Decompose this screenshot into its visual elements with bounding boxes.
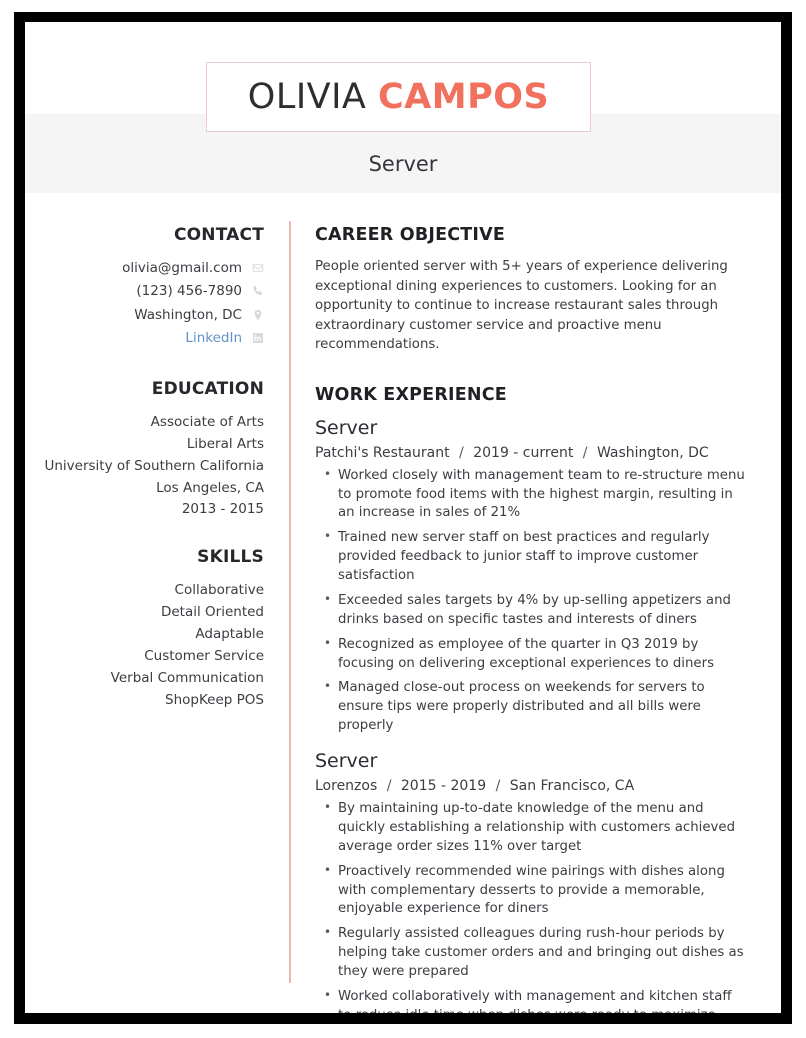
job-entry: Server Patchi's Restaurant / 2019 - curr… [315,417,749,736]
skill-item: Adaptable [195,626,264,643]
education-heading: EDUCATION [151,379,264,399]
education-item: Liberal Arts [186,435,264,452]
career-objective-heading: CAREER OBJECTIVE [315,225,506,245]
contact-item-phone: (123) 456-7890 [39,281,264,301]
job-bullet: Recognized as employee of the quarter in… [324,635,749,674]
contact-item-location: Washington, DC [39,305,264,325]
job-location: Washington, DC [596,444,709,461]
skill-item: Collaborative [174,582,264,599]
meta-separator: / [459,444,464,461]
skills-heading: SKILLS [197,547,264,568]
career-objective-section: CAREER OBJECTIVE People oriented server … [315,225,749,355]
sidebar-column: CONTACT olivia@gmail.com (123) 456-7890 [25,207,289,1013]
job-bullet: By maintaining up-to-date knowledge of t… [324,799,749,857]
job-meta: Lorenzos / 2015 - 2019 / San Francisco, … [315,778,749,794]
contact-phone-text: (123) 456-7890 [136,283,242,300]
resume-page: OLIVIA CAMPOS Server CONTACT olivia@gmai… [25,22,781,1013]
job-role: Server [315,750,378,773]
skill-item: Customer Service [144,647,264,664]
contact-list: olivia@gmail.com (123) 456-7890 Washingt… [39,258,264,348]
resume-body: CONTACT olivia@gmail.com (123) 456-7890 [25,207,781,1013]
contact-email-text: olivia@gmail.com [122,260,242,276]
job-bullets: Worked closely with management team to r… [315,466,749,736]
skill-item: Verbal Communication [110,669,264,686]
envelope-icon [251,262,264,275]
job-bullets: By maintaining up-to-date knowledge of t… [315,799,749,1013]
job-role: Server [315,416,378,439]
header-job-title: Server [368,152,438,176]
education-item: University of Southern California [44,457,264,474]
linkedin-icon[interactable] [251,331,264,344]
education-item: Associate of Arts [150,414,264,430]
meta-separator: / [582,444,588,461]
contact-linkedin-link[interactable]: LinkedIn [185,328,242,348]
name-box: OLIVIA CAMPOS [206,62,591,132]
job-bullet: Proactively recommended wine pairings wi… [324,862,749,920]
job-bullet: Worked closely with management team to r… [324,466,749,524]
main-column: CAREER OBJECTIVE People oriented server … [291,207,781,1013]
job-company: Patchi's Restaurant [315,444,450,461]
career-objective-text: People oriented server with 5+ years of … [315,259,728,353]
contact-item-email: olivia@gmail.com [39,258,264,278]
education-item: 2013 - 2015 [181,501,264,518]
skill-item: ShopKeep POS [165,691,264,708]
job-bullet: Worked collaboratively with management a… [324,987,749,1013]
skills-section: SKILLS Collaborative Detail Oriented Ada… [39,547,264,711]
phone-icon [251,285,264,298]
skill-item: Detail Oriented [160,604,264,621]
job-location: San Francisco, CA [509,778,635,795]
meta-separator: / [495,778,501,795]
job-company: Lorenzos [315,778,378,795]
meta-separator: / [386,778,392,795]
job-entry: Server Lorenzos / 2015 - 2019 / San Fran… [315,750,749,1013]
job-dates: 2015 - 2019 [400,778,487,795]
job-meta: Patchi's Restaurant / 2019 - current / W… [315,445,749,461]
job-dates: 2019 - current [473,444,574,461]
job-bullet: Trained new server staff on best practic… [324,528,749,586]
job-bullet: Exceeded sales targets by 4% by up-selli… [324,591,749,630]
contact-item-linkedin[interactable]: LinkedIn [39,328,264,348]
last-name: CAMPOS [378,76,550,117]
education-item: Los Angeles, CA [156,479,264,496]
location-pin-icon [251,308,264,321]
first-name: OLIVIA [247,76,367,117]
job-bullet: Managed close-out process on weekends fo… [324,678,749,736]
contact-location-text: Washington, DC [134,306,242,323]
contact-section: CONTACT olivia@gmail.com (123) 456-7890 [39,225,264,348]
frame-inner-black: OLIVIA CAMPOS Server CONTACT olivia@gmai… [14,12,792,1024]
job-bullet: Regularly assisted colleagues during rus… [324,924,749,982]
photo-frame: OLIVIA CAMPOS Server CONTACT olivia@gmai… [0,0,806,1038]
contact-heading: CONTACT [173,225,264,245]
work-experience-section: WORK EXPERIENCE Server Patchi's Restaura… [315,385,749,1013]
work-experience-heading: WORK EXPERIENCE [315,384,507,405]
full-name: OLIVIA CAMPOS [247,76,550,117]
education-section: EDUCATION Associate of Arts Liberal Arts… [39,379,264,521]
